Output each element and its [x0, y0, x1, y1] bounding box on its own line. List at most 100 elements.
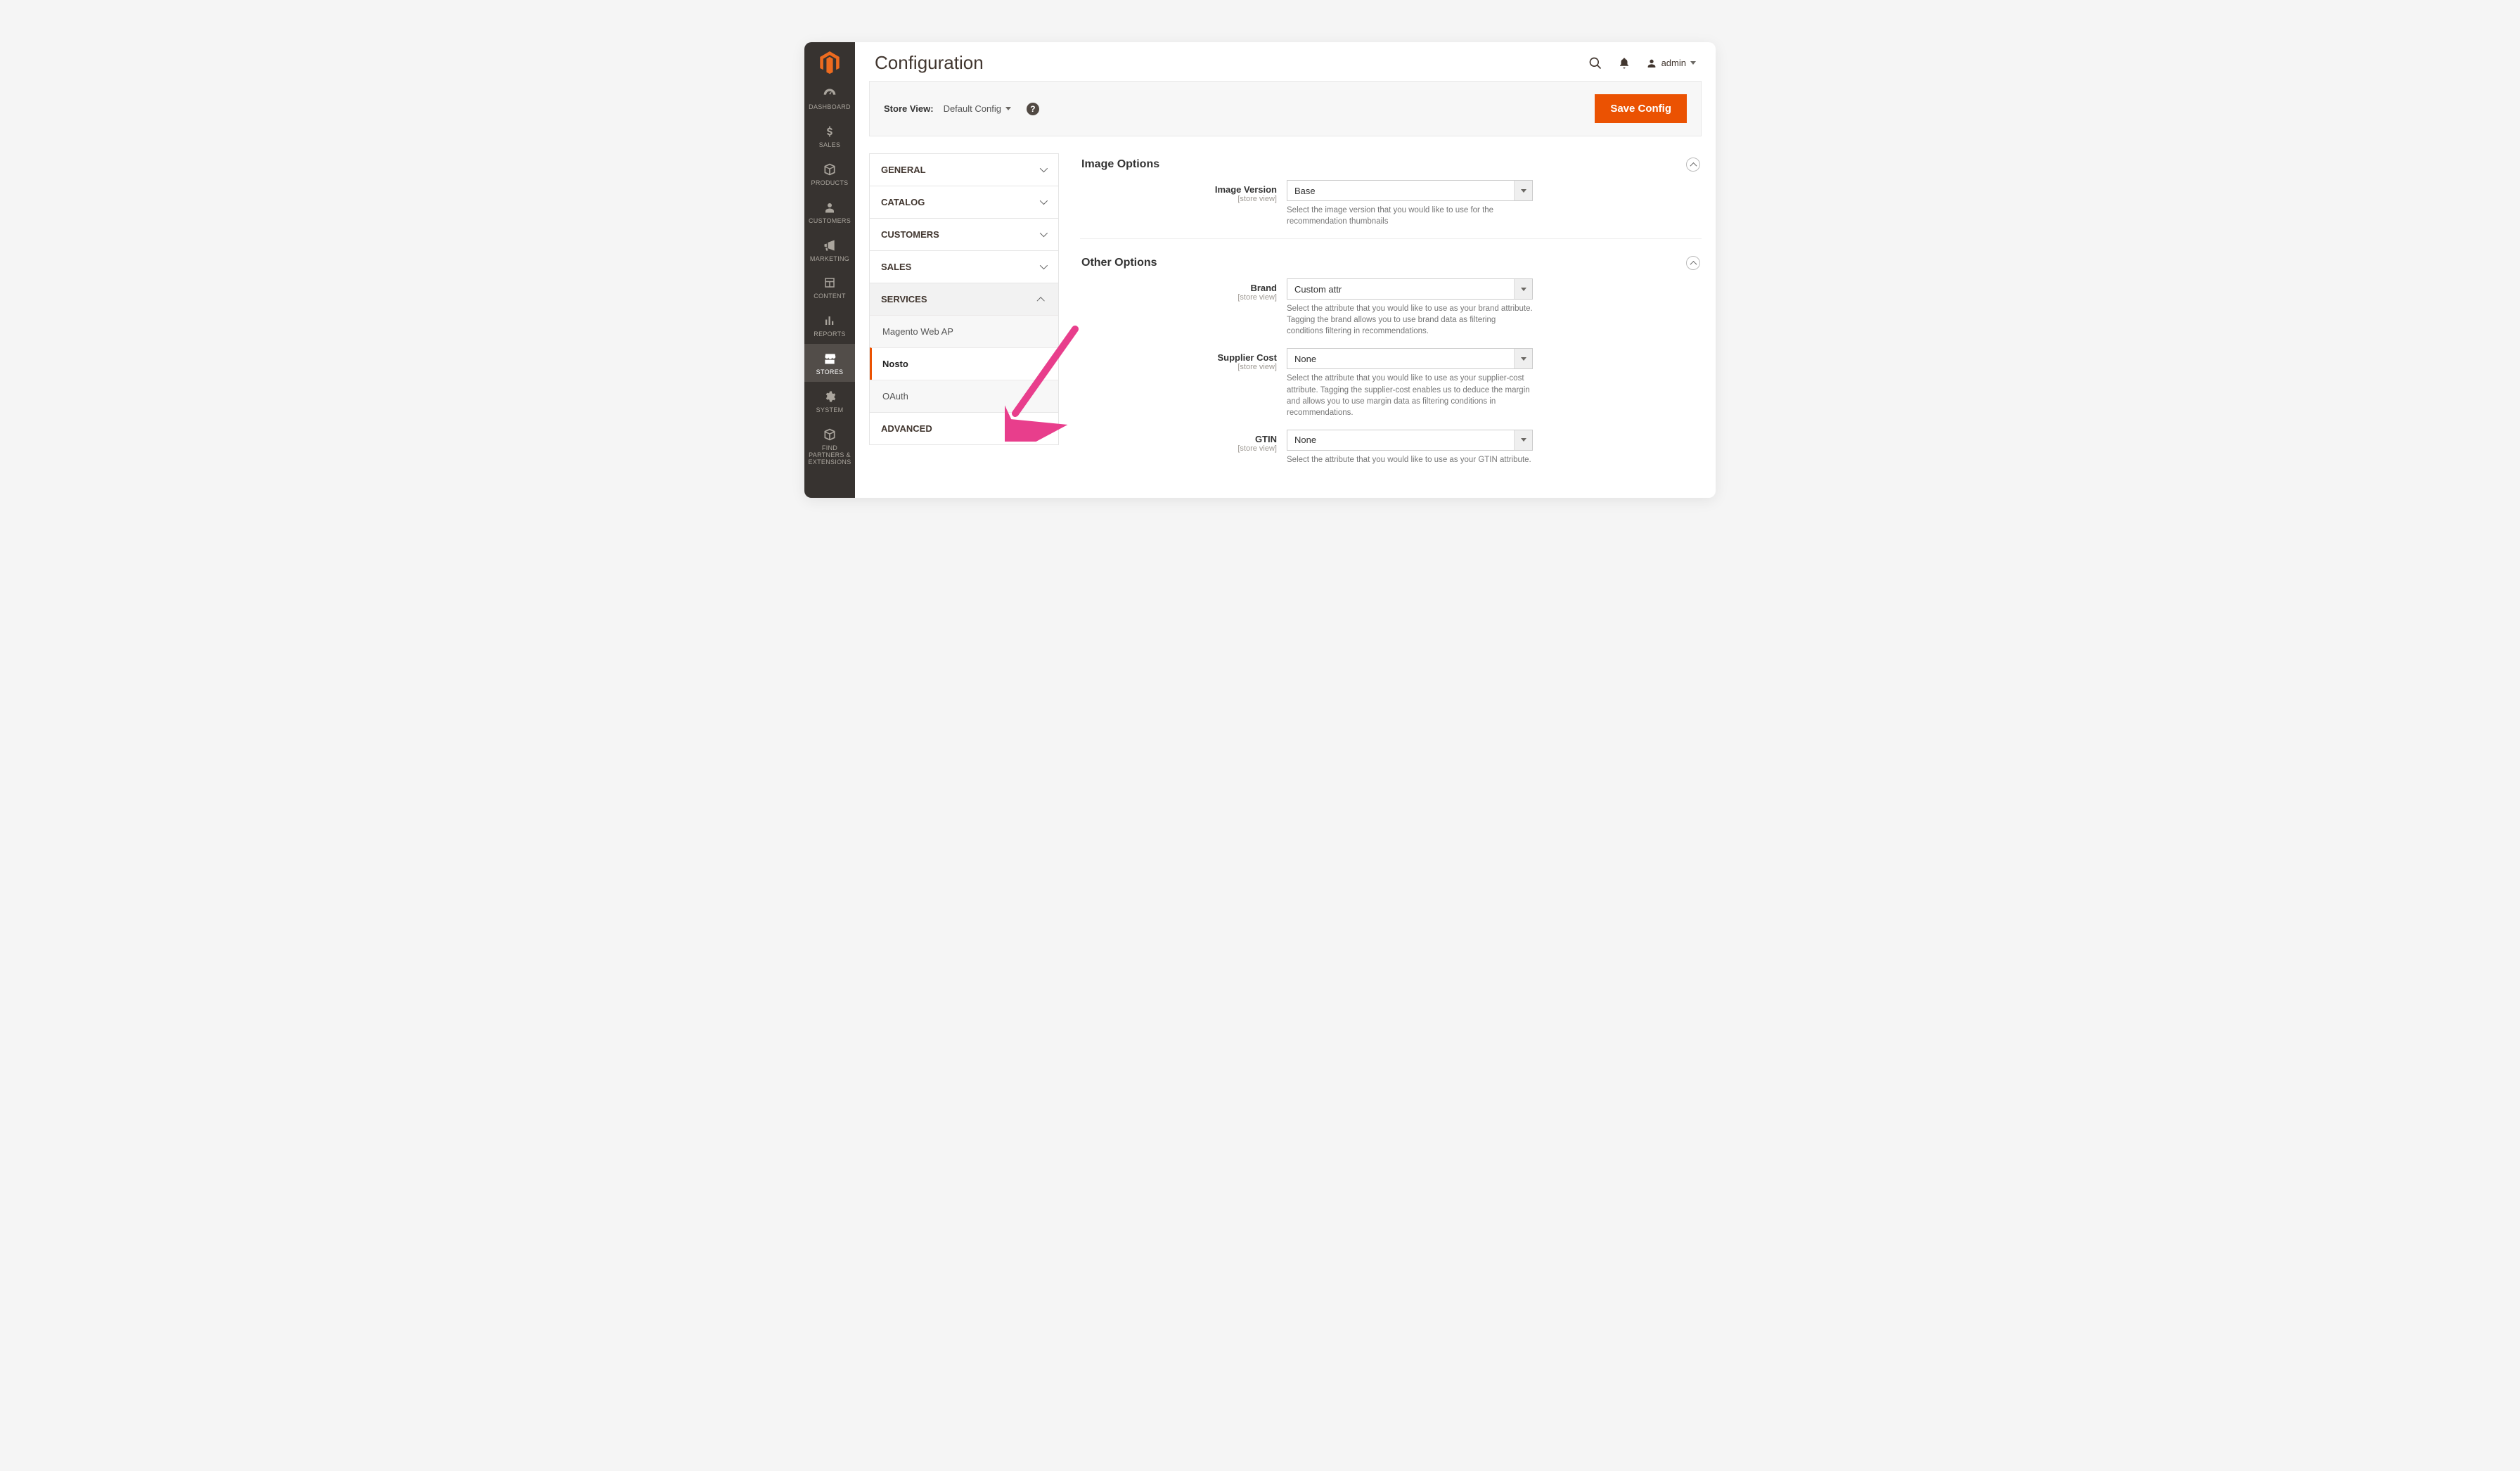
field-label: GTIN [store view]: [1080, 430, 1277, 453]
cfg-group-label: CATALOG: [881, 197, 925, 207]
config-sidebar: GENERAL CATALOG CUSTOMERS SALES SERVICES: [869, 153, 1059, 477]
field-gtin: GTIN [store view] None Select the attrib…: [1080, 430, 1702, 465]
field-description: Select the attribute that you would like…: [1287, 373, 1533, 418]
collapse-toggle-icon[interactable]: [1686, 158, 1700, 172]
user-menu[interactable]: admin: [1646, 58, 1696, 69]
nav-stores[interactable]: STORES: [804, 344, 855, 382]
chevron-down-icon: [1040, 231, 1047, 238]
section-image-options-header[interactable]: Image Options: [1080, 153, 1702, 180]
field-brand: Brand [store view] Custom attr Select th…: [1080, 278, 1702, 337]
nav-label: REPORTS: [814, 331, 845, 338]
dropdown-arrow-icon: [1514, 181, 1532, 200]
cfg-services-children: Magento Web AP Nosto OAuth: [869, 315, 1059, 412]
admin-leftnav: DASHBOARD SALES PRODUCTS CUSTOMERS MARKE…: [804, 42, 855, 498]
layout-icon: [822, 275, 837, 290]
field-scope: [store view]: [1080, 363, 1277, 371]
field-scope: [store view]: [1080, 444, 1277, 453]
cfg-sub-nosto[interactable]: Nosto: [870, 347, 1058, 380]
scope-select[interactable]: Default Config: [944, 103, 1011, 114]
dropdown-arrow-icon: [1514, 349, 1532, 368]
user-name: admin: [1661, 58, 1686, 68]
field-control: Base Select the image version that you w…: [1287, 180, 1533, 227]
nav-system[interactable]: SYSTEM: [804, 382, 855, 420]
scope-bar: Store View: Default Config ? Save Config: [869, 81, 1702, 136]
field-label: Image Version [store view]: [1080, 180, 1277, 203]
caret-down-icon: [1690, 61, 1696, 65]
cfg-group-catalog[interactable]: CATALOG: [869, 186, 1059, 218]
dollar-icon: [822, 124, 837, 139]
gear-icon: [822, 389, 837, 404]
barchart-icon: [822, 313, 837, 328]
field-supplier-cost: Supplier Cost [store view] None Select t…: [1080, 348, 1702, 418]
field-title: Supplier Cost: [1217, 352, 1277, 363]
nav-label: SALES: [819, 142, 841, 149]
nav-sales[interactable]: SALES: [804, 117, 855, 155]
nav-label: DASHBOARD: [809, 104, 851, 111]
brand-select[interactable]: Custom attr: [1287, 278, 1533, 300]
gtin-select[interactable]: None: [1287, 430, 1533, 451]
cfg-group-services[interactable]: SERVICES: [869, 283, 1059, 315]
scope-left: Store View: Default Config ?: [884, 103, 1039, 115]
select-value: None: [1294, 354, 1316, 364]
nav-dashboard[interactable]: DASHBOARD: [804, 79, 855, 117]
nav-findpartners[interactable]: FIND PARTNERS & EXTENSIONS: [804, 420, 855, 472]
scope-value: Default Config: [944, 103, 1001, 114]
cfg-group-label: CUSTOMERS: [881, 229, 939, 240]
cfg-group-label: SERVICES: [881, 294, 927, 304]
section-title: Other Options: [1081, 257, 1157, 269]
megaphone-icon: [822, 238, 837, 253]
field-title: GTIN: [1255, 434, 1277, 444]
topbar-actions: admin: [1588, 56, 1696, 70]
collapse-toggle-icon[interactable]: [1686, 256, 1700, 270]
page-title: Configuration: [875, 52, 984, 74]
cfg-sub-oauth[interactable]: OAuth: [870, 380, 1058, 412]
settings-panel: Image Options Image Version [store view]…: [1080, 153, 1702, 477]
cfg-sub-magento-web-api[interactable]: Magento Web AP: [870, 315, 1058, 347]
gauge-icon: [822, 86, 837, 101]
chevron-down-icon: [1040, 199, 1047, 206]
field-description: Select the attribute that you would like…: [1287, 454, 1533, 465]
nav-label: MARKETING: [810, 256, 849, 263]
cfg-group-general[interactable]: GENERAL: [869, 153, 1059, 186]
nav-marketing[interactable]: MARKETING: [804, 231, 855, 269]
section-other-options-header[interactable]: Other Options: [1080, 252, 1702, 278]
field-control: None Select the attribute that you would…: [1287, 430, 1533, 465]
chevron-up-icon: [1040, 296, 1047, 303]
nav-label: FIND PARTNERS & EXTENSIONS: [806, 445, 854, 466]
select-value: None: [1294, 435, 1316, 445]
box-icon: [822, 162, 837, 177]
puzzle-icon: [822, 427, 837, 442]
select-value: Custom attr: [1294, 284, 1342, 295]
field-label: Supplier Cost [store view]: [1080, 348, 1277, 371]
cfg-group-customers[interactable]: CUSTOMERS: [869, 218, 1059, 250]
field-scope: [store view]: [1080, 195, 1277, 203]
bell-icon[interactable]: [1618, 57, 1631, 70]
nav-label: PRODUCTS: [811, 180, 849, 187]
topbar: Configuration admin: [855, 42, 1716, 81]
field-image-version: Image Version [store view] Base Select t…: [1080, 180, 1702, 227]
cfg-group-label: GENERAL: [881, 165, 926, 175]
chevron-down-icon: [1040, 167, 1047, 174]
nav-customers[interactable]: CUSTOMERS: [804, 193, 855, 231]
nav-content[interactable]: CONTENT: [804, 268, 855, 306]
nav-products[interactable]: PRODUCTS: [804, 155, 855, 193]
help-icon[interactable]: ?: [1027, 103, 1039, 115]
save-config-button[interactable]: Save Config: [1595, 94, 1687, 123]
magento-logo[interactable]: [804, 46, 855, 79]
supplier-cost-select[interactable]: None: [1287, 348, 1533, 369]
search-icon[interactable]: [1588, 56, 1602, 70]
cfg-group-advanced[interactable]: ADVANCED: [869, 412, 1059, 445]
config-body: GENERAL CATALOG CUSTOMERS SALES SERVICES: [855, 136, 1716, 498]
admin-window: DASHBOARD SALES PRODUCTS CUSTOMERS MARKE…: [804, 42, 1716, 498]
cfg-group-sales[interactable]: SALES: [869, 250, 1059, 283]
field-control: Custom attr Select the attribute that yo…: [1287, 278, 1533, 337]
field-control: None Select the attribute that you would…: [1287, 348, 1533, 418]
section-title: Image Options: [1081, 158, 1159, 171]
section-divider: [1080, 238, 1702, 239]
field-title: Brand: [1250, 283, 1277, 293]
image-version-select[interactable]: Base: [1287, 180, 1533, 201]
nav-reports[interactable]: REPORTS: [804, 306, 855, 344]
chevron-down-icon: [1040, 264, 1047, 271]
field-scope: [store view]: [1080, 293, 1277, 302]
cfg-group-label: SALES: [881, 262, 911, 272]
